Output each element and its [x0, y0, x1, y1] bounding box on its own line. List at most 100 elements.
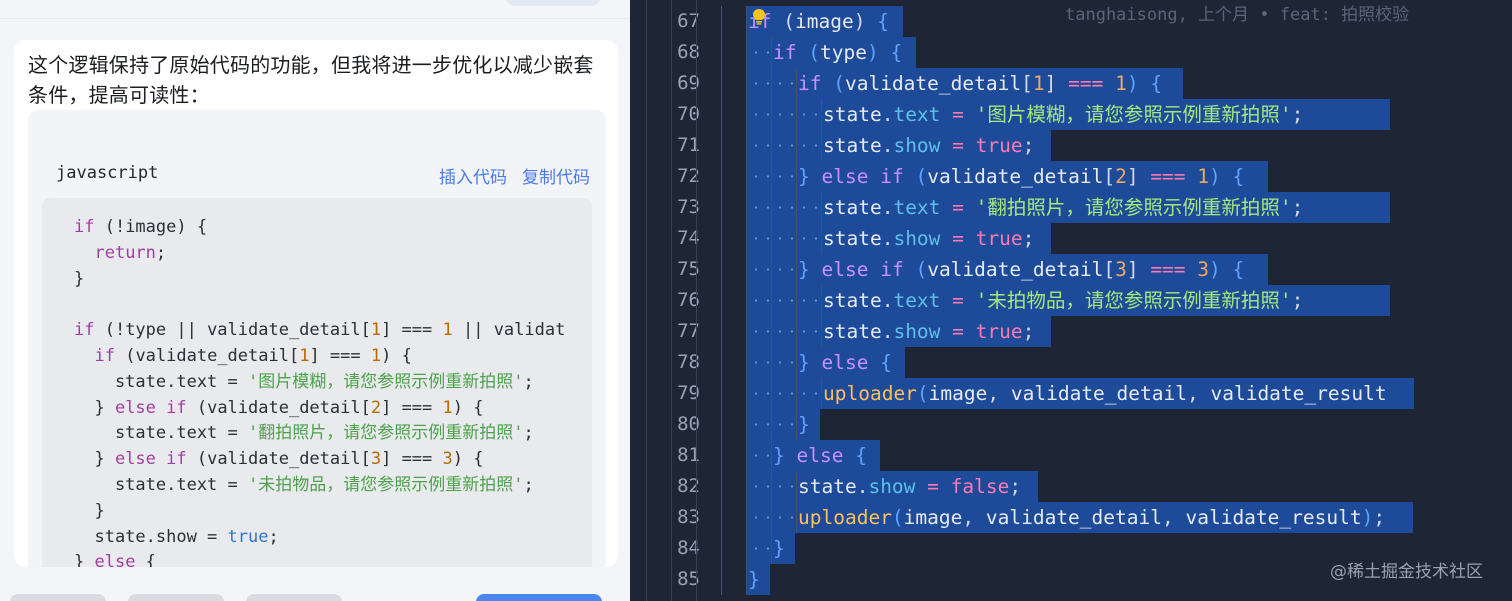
editor-line[interactable]: 79 uploader(image, validate_detail, valid… — [630, 378, 1512, 409]
line-number: 82 — [677, 475, 700, 497]
code-line: } — [74, 268, 85, 289]
whitespace-markers — [750, 37, 771, 68]
line-number: 80 — [677, 413, 700, 435]
editor-line[interactable]: 71 state.show = true; — [630, 130, 1512, 161]
indent-guide — [721, 223, 722, 254]
indent-guide — [746, 502, 747, 533]
line-number: 83 — [677, 506, 700, 528]
code-text: } — [773, 537, 785, 560]
indent-guide — [721, 564, 722, 595]
indent-guide — [821, 285, 822, 316]
footer-button[interactable] — [246, 594, 342, 601]
indent-guide — [746, 409, 747, 440]
indent-guide — [721, 502, 722, 533]
code-text: state.show = true; — [823, 320, 1035, 343]
indent-guide — [721, 378, 722, 409]
code-line: if (validate_detail[1] === 1) { — [94, 345, 412, 366]
indent-guide — [796, 471, 797, 502]
indent-guide — [721, 130, 722, 161]
indent-guide — [721, 37, 722, 68]
indent-guide — [796, 68, 797, 99]
indent-guide — [746, 533, 747, 564]
indent-guide — [821, 316, 822, 347]
indent-guide — [796, 161, 797, 192]
indent-guide — [821, 223, 822, 254]
editor-line[interactable]: 74 state.show = true; — [630, 223, 1512, 254]
code-text: state.text = '图片模糊，请您参照示例重新拍照'; — [823, 103, 1304, 126]
indent-guide — [796, 409, 797, 440]
editor-line[interactable]: 82 state.show = false; — [630, 471, 1512, 502]
line-number: 72 — [677, 165, 700, 187]
indent-guide — [746, 99, 747, 130]
whitespace-markers — [750, 471, 796, 502]
code-line: if (!image) { — [74, 217, 208, 237]
code-editor[interactable]: 67 if (image) {68 if (type) {69 if (validat… — [630, 0, 1512, 601]
editor-line[interactable]: 72} else if (validate_detail[2] === 1) { — [630, 161, 1512, 192]
editor-line[interactable]: 80} — [630, 409, 1512, 440]
indent-guide — [746, 316, 747, 347]
whitespace-markers — [750, 502, 796, 533]
editor-line[interactable]: 68 if (type) { — [630, 37, 1512, 68]
editor-line[interactable]: 73 state.text = '翻拍照片，请您参照示例重新拍照'; — [630, 192, 1512, 223]
code-language-label: javascript — [56, 163, 159, 183]
editor-line[interactable]: 76 state.text = '未拍物品，请您参照示例重新拍照'; — [630, 285, 1512, 316]
line-number: 74 — [677, 227, 700, 249]
lightbulb-icon[interactable] — [751, 8, 767, 25]
indent-guide — [721, 68, 722, 99]
editor-line[interactable]: 69 if (validate_detail[1] === 1) { — [630, 68, 1512, 99]
indent-guide — [771, 533, 772, 564]
send-button[interactable] — [476, 594, 602, 601]
indent-guide — [746, 68, 747, 99]
indent-guide — [721, 254, 722, 285]
indent-guide — [696, 0, 697, 601]
code-snippet-lines: if (!image) { return;} if (!type || vali… — [74, 215, 565, 567]
editor-line[interactable]: 70 state.text = '图片模糊，请您参照示例重新拍照'; — [630, 99, 1512, 130]
line-number: 76 — [677, 289, 700, 311]
indent-guide — [746, 347, 747, 378]
indent-guide — [746, 6, 747, 37]
editor-line[interactable]: 78} else { — [630, 347, 1512, 378]
indent-guide — [721, 347, 722, 378]
editor-line[interactable]: 81} else { — [630, 440, 1512, 471]
whitespace-markers — [750, 347, 796, 378]
whitespace-markers — [750, 440, 771, 471]
editor-line[interactable]: 75} else if (validate_detail[3] === 3) { — [630, 254, 1512, 285]
code-text: } else if (validate_detail[3] === 3) { — [798, 258, 1245, 281]
whitespace-markers — [750, 378, 821, 409]
line-number: 67 — [677, 10, 700, 32]
indent-guide — [746, 223, 747, 254]
insert-code-button[interactable]: 插入代码 — [439, 163, 507, 188]
line-number: 70 — [677, 103, 700, 125]
indent-guide — [746, 192, 747, 223]
editor-line[interactable]: 83 uploader(image, validate_detail, valid… — [630, 502, 1512, 533]
indent-guide — [746, 378, 747, 409]
line-number: 79 — [677, 382, 700, 404]
line-number: 73 — [677, 196, 700, 218]
indent-guide — [821, 378, 822, 409]
footer-button[interactable] — [10, 594, 106, 601]
indent-guide — [746, 37, 747, 68]
whitespace-markers — [750, 533, 771, 564]
copy-code-button[interactable]: 复制代码 — [522, 163, 590, 188]
line-number: 71 — [677, 134, 700, 156]
code-text: if (validate_detail[1] === 1) { — [798, 72, 1163, 95]
indent-guide — [721, 6, 722, 37]
watermark: @稀土掘金技术社区 — [1330, 562, 1483, 582]
code-line: if (!type || validate_detail[1] === 1 ||… — [74, 320, 566, 341]
whitespace-markers — [750, 192, 821, 223]
code-text: } — [798, 413, 810, 436]
code-line: } — [74, 500, 105, 521]
editor-line[interactable]: 77 state.show = true; — [630, 316, 1512, 347]
code-text: uploader(image, validate_detail, validat… — [823, 382, 1387, 405]
footer-button[interactable] — [128, 594, 224, 601]
whitespace-markers — [750, 223, 821, 254]
top-action-button[interactable] — [505, 0, 601, 6]
indent-guide — [821, 99, 822, 130]
code-line: state.text = '翻拍照片，请您参照示例重新拍照'; — [74, 423, 534, 444]
code-line: return; — [94, 242, 167, 263]
indent-guide — [746, 285, 747, 316]
code-block: javascript 插入代码 复制代码 if (!image) { retur… — [28, 110, 606, 567]
code-line: } else { — [74, 552, 156, 567]
line-number: 84 — [677, 537, 700, 559]
